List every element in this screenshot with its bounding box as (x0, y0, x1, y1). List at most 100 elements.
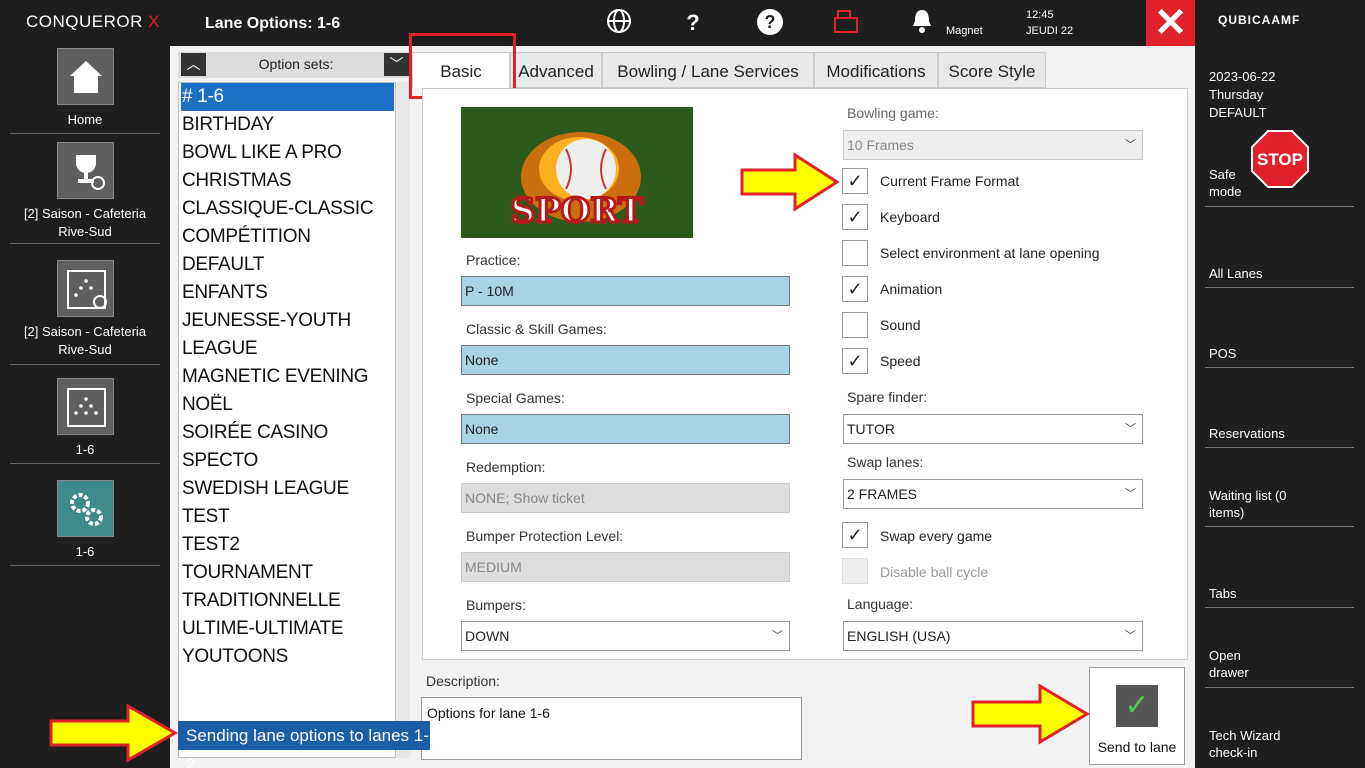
checkbox-animation[interactable]: ✓ (842, 276, 868, 302)
tab-bowling-lane-services[interactable]: Bowling / Lane Services (602, 52, 814, 88)
classic-games-field[interactable]: None (461, 345, 790, 375)
divider (10, 243, 160, 244)
pins-gear-icon[interactable] (57, 260, 114, 317)
home-icon[interactable] (57, 48, 114, 105)
divider (10, 133, 160, 134)
divider (1205, 687, 1354, 688)
chevron-down-icon: ﹀ (772, 630, 783, 642)
checkbox-sound[interactable] (842, 312, 868, 338)
option-set-item[interactable]: ENFANTS (181, 279, 394, 307)
all-lanes-link[interactable]: All Lanes (1209, 265, 1262, 282)
bumpers-label: Bumpers: (466, 597, 526, 613)
option-set-item[interactable]: JEUNESSE-YOUTH (181, 307, 394, 335)
divider (1205, 526, 1354, 527)
classic-label: Classic & Skill Games: (466, 321, 607, 337)
tech-wizard-link[interactable]: Tech Wizard check-in (1209, 727, 1289, 761)
annotation-arrow (740, 152, 840, 212)
divider (1205, 607, 1354, 608)
nav-season-2-label[interactable]: [2] Saison - Cafeteria Rive-Sud (10, 323, 160, 359)
spare-finder-label: Spare finder: (847, 389, 928, 405)
checkbox-label: Keyboard (880, 209, 940, 225)
open-drawer-link[interactable]: Open drawer (1209, 647, 1259, 681)
stop-icon[interactable]: STOP (1251, 130, 1309, 193)
pos-link[interactable]: POS (1209, 345, 1236, 362)
option-set-item[interactable]: ULTIME-ULTIMATE (181, 615, 394, 643)
trophy-gear-icon[interactable] (57, 142, 114, 199)
option-set-item[interactable]: TEST (181, 503, 394, 531)
checkbox-label: Speed (880, 353, 921, 369)
swap-lanes-label: Swap lanes: (847, 454, 924, 470)
option-set-item[interactable]: CLASSIQUE-CLASSIC (181, 195, 394, 223)
checkbox-keyboard[interactable]: ✓ (842, 204, 868, 230)
divider (1205, 287, 1354, 288)
checkbox-select-environment-at-lane-opening[interactable] (842, 240, 868, 266)
nav-home-label[interactable]: Home (10, 111, 160, 129)
practice-field[interactable]: P - 10M (461, 276, 790, 306)
checkbox-current-frame-format[interactable]: ✓ (842, 168, 868, 194)
option-set-item[interactable]: NOËL (181, 391, 394, 419)
option-set-item[interactable]: LEAGUE (181, 335, 394, 363)
svg-text:SPORT: SPORT (511, 191, 644, 231)
waiting-list-link[interactable]: Waiting list (0 items) (1209, 487, 1289, 521)
nav-lanes-label[interactable]: 1-6 (10, 441, 160, 459)
chevron-down-icon: ﹀ (1125, 423, 1136, 435)
option-set-item[interactable]: SPECTO (181, 447, 394, 475)
tab-advanced[interactable]: Advanced (510, 52, 602, 88)
close-button[interactable]: ✕ (1146, 0, 1195, 47)
option-set-item[interactable]: DEFAULT (181, 251, 394, 279)
option-set-item[interactable]: SOIRÉE CASINO (181, 419, 394, 447)
option-set-item[interactable]: TEST2 (181, 531, 394, 559)
bumpers-select[interactable]: DOWN ﹀ (461, 621, 790, 651)
option-set-item[interactable]: TRADITIONNELLE (181, 587, 394, 615)
option-set-item[interactable]: CHRISTMAS (181, 167, 394, 195)
chevron-down-icon: ﹀ (1125, 139, 1136, 151)
tab-modifications[interactable]: Modifications (814, 52, 938, 88)
option-set-item[interactable]: BIRTHDAY (181, 111, 394, 139)
current-date: 2023-06-22 (1209, 69, 1276, 84)
gears-icon[interactable] (57, 480, 114, 537)
checkbox-label: Animation (880, 281, 943, 297)
option-set-item[interactable]: MAGNETIC EVENING (181, 363, 394, 391)
tab-score-style[interactable]: Score Style (938, 52, 1046, 88)
option-set-item[interactable]: COMPÉTITION (181, 223, 394, 251)
checkbox-speed[interactable]: ✓ (842, 348, 868, 374)
bowling-game-label: Bowling game: (847, 105, 939, 121)
option-sets-label: Option sets: (258, 56, 334, 72)
nav-season-1-label[interactable]: [2] Saison - Cafeteria Rive-Sud (10, 205, 160, 241)
divider (10, 565, 160, 566)
swap-lanes-select[interactable]: 2 FRAMES ﹀ (843, 479, 1143, 509)
tabs-link[interactable]: Tabs (1209, 585, 1236, 602)
scroll-up-button[interactable]: ︿ (181, 53, 206, 76)
option-set-item[interactable]: SWEDISH LEAGUE (181, 475, 394, 503)
option-set-item[interactable]: # 1-6 (181, 83, 394, 111)
swap-every-game-checkbox[interactable]: ✓ (842, 522, 868, 548)
bell-icon[interactable] (907, 8, 937, 38)
globe-icon[interactable] (604, 8, 634, 38)
option-set-item[interactable]: YOUTOONS (181, 643, 394, 671)
special-games-field[interactable]: None (461, 414, 790, 444)
page-title: Lane Options: 1-6 (205, 15, 341, 32)
scroll-down-button[interactable]: ﹀ (384, 53, 409, 76)
chevron-down-icon: ﹀ (1125, 630, 1136, 642)
safe-mode-label[interactable]: Safe mode (1209, 166, 1249, 200)
send-to-lane-label: Send to lane (1097, 739, 1177, 755)
current-day: Thursday (1209, 87, 1264, 102)
practice-label: Practice: (466, 252, 521, 268)
disable-ball-cycle-label: Disable ball cycle (880, 564, 989, 580)
nav-options-label[interactable]: 1-6 (10, 543, 160, 561)
environment-image[interactable]: SPORT (461, 107, 693, 238)
reservations-link[interactable]: Reservations (1209, 425, 1285, 442)
option-set-item[interactable]: BOWL LIKE A PRO (181, 139, 394, 167)
language-label: Language: (847, 596, 914, 612)
cash-register-icon[interactable] (831, 8, 861, 38)
divider (10, 463, 160, 464)
language-select[interactable]: ENGLISH (USA) ﹀ (843, 621, 1143, 651)
description-input[interactable]: Options for lane 1-6 (421, 697, 802, 760)
help-icon[interactable]: ? (755, 8, 785, 38)
pins-icon[interactable] (57, 378, 114, 435)
chevron-down-icon: ﹀ (1125, 488, 1136, 500)
list-scrollbar[interactable] (397, 82, 410, 758)
option-set-item[interactable]: TOURNAMENT (181, 559, 394, 587)
cursor-help-icon[interactable]: ? (678, 8, 708, 38)
spare-finder-select[interactable]: TUTOR ﹀ (843, 414, 1143, 444)
